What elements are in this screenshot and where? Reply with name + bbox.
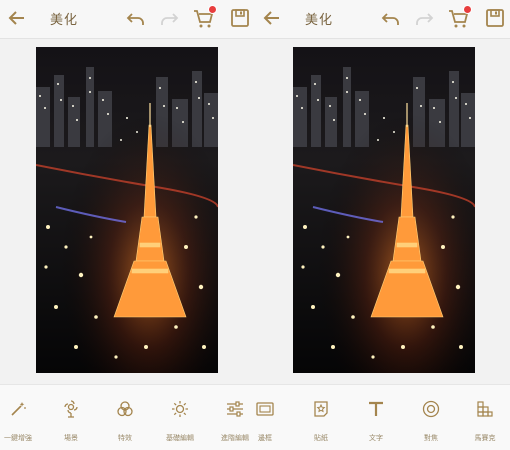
tool-effects[interactable]: 特效 xyxy=(97,385,153,450)
sticker-icon xyxy=(311,399,331,419)
tool-advanced-edit[interactable]: 進階編輯 xyxy=(207,385,255,450)
sliders-icon xyxy=(225,399,245,419)
tool-label: 文字 xyxy=(369,434,383,442)
undo-icon[interactable] xyxy=(378,5,404,31)
tool-label: 進階編輯 xyxy=(221,434,249,442)
scene-flower-icon xyxy=(61,399,81,419)
tool-mosaic[interactable]: 馬賽克 xyxy=(457,385,510,450)
tool-label: 對焦 xyxy=(424,434,438,442)
cart-icon[interactable] xyxy=(446,5,472,31)
tool-text[interactable]: 文字 xyxy=(348,385,404,450)
top-bar: 美化 xyxy=(0,0,255,39)
tool-scene[interactable]: 場景 xyxy=(43,385,99,450)
undo-icon[interactable] xyxy=(123,5,149,31)
mosaic-icon xyxy=(475,399,495,419)
tool-label: 貼紙 xyxy=(314,434,328,442)
top-bar: 美化 xyxy=(255,0,510,39)
text-t-icon xyxy=(366,399,386,419)
tool-label: 特效 xyxy=(118,434,132,442)
tool-bar: 一鍵增強 場景 特效 基礎編輯 進階編輯 xyxy=(0,384,255,450)
tool-label: 場景 xyxy=(64,434,78,442)
tool-bar: 邊框 貼紙 文字 對焦 馬賽克 xyxy=(255,384,510,450)
tool-focus[interactable]: 對焦 xyxy=(403,385,459,450)
back-arrow-icon[interactable] xyxy=(4,5,30,31)
redo-icon[interactable] xyxy=(156,5,182,31)
focus-circle-icon xyxy=(421,399,441,419)
tool-sticker[interactable]: 貼紙 xyxy=(293,385,349,450)
tool-one-click-enhance[interactable]: 一鍵增強 xyxy=(0,385,46,450)
tool-basic-edit[interactable]: 基礎編輯 xyxy=(152,385,208,450)
editor-panel-left: 美化 一鍵增強 場景 特效 基礎編輯 進階編輯 xyxy=(0,0,255,450)
tool-label: 邊框 xyxy=(258,434,272,442)
save-icon[interactable] xyxy=(227,5,253,31)
save-icon[interactable] xyxy=(482,5,508,31)
back-arrow-icon[interactable] xyxy=(259,5,285,31)
cart-badge xyxy=(463,5,472,14)
tokyo-tower-photo-image xyxy=(293,47,475,373)
sun-adjust-icon xyxy=(170,399,190,419)
magic-wand-icon xyxy=(8,399,28,419)
frame-icon xyxy=(255,399,275,419)
tokyo-tower-photo-image xyxy=(36,47,218,373)
photo-preview xyxy=(36,47,218,373)
tool-frame[interactable]: 邊框 xyxy=(255,385,293,450)
page-title: 美化 xyxy=(50,13,79,28)
redo-icon[interactable] xyxy=(411,5,437,31)
photo-preview xyxy=(293,47,475,373)
effects-circles-icon xyxy=(115,399,135,419)
cart-icon[interactable] xyxy=(191,5,217,31)
tool-label: 一鍵增強 xyxy=(4,434,32,442)
tool-label: 基礎編輯 xyxy=(166,434,194,442)
editor-panel-right: 美化 邊框 貼紙 文字 對焦 馬賽克 xyxy=(255,0,510,450)
tool-label: 馬賽克 xyxy=(474,434,496,442)
cart-badge xyxy=(208,5,217,14)
page-title: 美化 xyxy=(305,13,334,28)
